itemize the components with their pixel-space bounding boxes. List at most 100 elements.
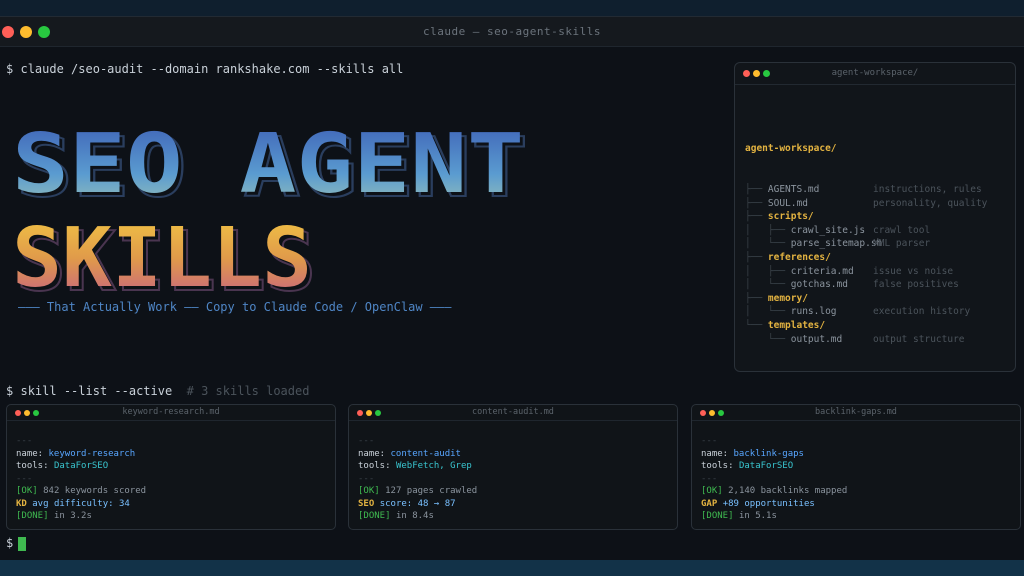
command-line-2: $ skill --list --active # 3 skills loade… — [6, 384, 309, 398]
metric-value: score: 48 → 87 — [379, 498, 456, 509]
command-comment: # 3 skills loaded — [186, 384, 310, 398]
frontmatter-dash: --- — [358, 473, 375, 484]
tree-branch: │ ├── — [745, 224, 791, 236]
skill-card: backlink-gaps.md --- name: backlink-gaps to… — [691, 404, 1021, 530]
card-title: backlink-gaps.md — [815, 407, 897, 417]
tree-entry-name: runs.log — [790, 306, 837, 318]
card-title-bar: keyword-research.md — [7, 405, 335, 421]
tools-key: tools: — [16, 461, 49, 471]
tree-branch: ├── — [745, 197, 768, 209]
ok-text: 842 keywords scored — [43, 486, 147, 496]
tree-entry-note: instructions, rules — [873, 183, 982, 195]
tree-row[interactable]: ├── references/ — [745, 251, 882, 265]
tree-branch: │ └── — [745, 238, 791, 250]
done-tag: [DONE] — [701, 511, 734, 521]
ok-text: 2,140 backlinks mapped — [728, 486, 848, 496]
tools-key: tools: — [701, 461, 734, 471]
done-text: in 3.2s — [53, 511, 92, 521]
tree-entry-name: parse_sitemap.sh — [790, 238, 883, 250]
skill-card: content-audit.md --- name: content-audit to… — [348, 404, 678, 530]
frontmatter-dash: --- — [701, 436, 718, 446]
tree-entry-name: AGENTS.md — [767, 183, 820, 195]
card-title: content-audit.md — [472, 407, 554, 417]
metric-key: KD — [16, 498, 27, 509]
tree-row[interactable]: ├── scripts/ — [745, 210, 882, 224]
card-title-bar: content-audit.md — [349, 405, 677, 421]
ok-tag: [OK] — [16, 486, 38, 496]
tree-branch: ├── — [745, 211, 768, 223]
tools-key: tools: — [358, 461, 391, 471]
skill-card: keyword-research.md --- name: keyword-rese… — [6, 404, 336, 530]
tree-row[interactable]: ├── AGENTS.md instructions, rules — [745, 183, 982, 197]
workspace-panel: agent-workspace/ agent-workspace/ ├── AG… — [734, 62, 1016, 372]
tree-entry-note: false positives — [873, 279, 959, 291]
tree-branch: ├── — [745, 292, 768, 304]
done-text: in 8.4s — [395, 511, 434, 521]
title-bar: claude — seo-agent-skills — [0, 17, 1024, 47]
command-text: claude /seo-audit --domain rankshake.com… — [20, 62, 404, 76]
workspace-title-bar: agent-workspace/ — [735, 63, 1015, 85]
metric-key: GAP — [701, 498, 718, 509]
skill-tools: WebFetch, Grep — [395, 461, 472, 471]
ok-text: 127 pages crawled — [385, 486, 478, 496]
metric-key: SEO — [358, 498, 375, 509]
banner-line2: SKILLS — [12, 211, 312, 306]
tree-row[interactable]: └── templates/ — [745, 319, 882, 333]
banner-line1: SEO AGENT — [12, 118, 524, 212]
done-tag: [DONE] — [358, 511, 391, 521]
name-key: name: — [358, 448, 386, 459]
tree-entry-note: output structure — [873, 333, 965, 345]
name-key: name: — [16, 448, 44, 459]
tree-branch: ├── — [745, 183, 768, 195]
tree-entry-name: criteria.md — [790, 265, 854, 277]
skill-name: content-audit — [390, 448, 461, 459]
tagline: ——— That Actually Work —— Copy to Claude… — [18, 300, 452, 314]
tree-entry-name: references/ — [767, 251, 831, 263]
tree-branch: │ └── — [745, 306, 791, 318]
command-line-1: $ claude /seo-audit --domain rankshake.c… — [6, 62, 403, 76]
tree-entry-note: execution history — [873, 306, 971, 318]
tree-entry-name: templates/ — [767, 319, 826, 331]
name-key: name: — [701, 448, 729, 459]
tree-branch: │ └── — [745, 279, 791, 291]
tree-row[interactable]: └── output.md output structure — [745, 333, 965, 347]
tree-entry-note: issue vs noise — [873, 265, 954, 277]
cursor[interactable] — [18, 537, 26, 551]
frontmatter-dash: --- — [358, 436, 375, 446]
tree-root: agent-workspace/ — [745, 143, 837, 155]
workspace-title: agent-workspace/ — [831, 68, 919, 78]
card-title: keyword-research.md — [122, 407, 220, 417]
card-title-bar: backlink-gaps.md — [692, 405, 1020, 421]
tree-entry-name: scripts/ — [767, 211, 814, 223]
tree-entry-name: gotchas.md — [790, 279, 848, 291]
ok-tag: [OK] — [701, 486, 723, 496]
done-text: in 5.1s — [738, 511, 777, 521]
banner-art: SEO AGENT SEO AGENT SKILLS SKILLS — [12, 118, 529, 311]
desktop-background — [0, 560, 1024, 576]
frontmatter-dash: --- — [16, 473, 33, 484]
skill-name: keyword-research — [48, 448, 136, 459]
tree-entry-name: SOUL.md — [767, 197, 808, 209]
tree-row[interactable]: │ └── gotchas.md false positives — [745, 278, 959, 292]
tree-entry-note: XML parser — [873, 238, 931, 250]
tree-branch: └── — [745, 333, 791, 345]
command-text: skill --list --active — [20, 384, 173, 398]
tree-row[interactable]: │ └── runs.log execution history — [745, 305, 970, 319]
metric-value: avg difficulty: 34 — [32, 498, 130, 509]
card-body: --- name: keyword-research tools: DataForS… — [16, 435, 146, 523]
tree-entry-note: crawl tool — [873, 224, 931, 236]
final-prompt: $ — [6, 536, 14, 550]
tree-entry-name: output.md — [790, 333, 843, 345]
tree-row[interactable]: ├── SOUL.md personality, quality — [745, 197, 987, 211]
tree-row[interactable]: │ ├── crawl_site.js crawl tool — [745, 224, 930, 238]
tree-row[interactable]: │ ├── criteria.md issue vs noise — [745, 265, 953, 279]
tree-entry-name: crawl_site.js — [790, 224, 866, 236]
skill-name: backlink-gaps — [733, 448, 804, 459]
tree-row[interactable]: │ └── parse_sitemap.sh XML parser — [745, 237, 930, 251]
frontmatter-dash: --- — [16, 436, 33, 446]
metric-value: +89 opportunities — [722, 498, 815, 509]
tree-entry-name: memory/ — [767, 292, 808, 304]
card-body: --- name: backlink-gaps tools: DataForSEO -… — [701, 435, 847, 523]
done-tag: [DONE] — [16, 511, 49, 521]
tree-row[interactable]: ├── memory/ — [745, 292, 882, 306]
